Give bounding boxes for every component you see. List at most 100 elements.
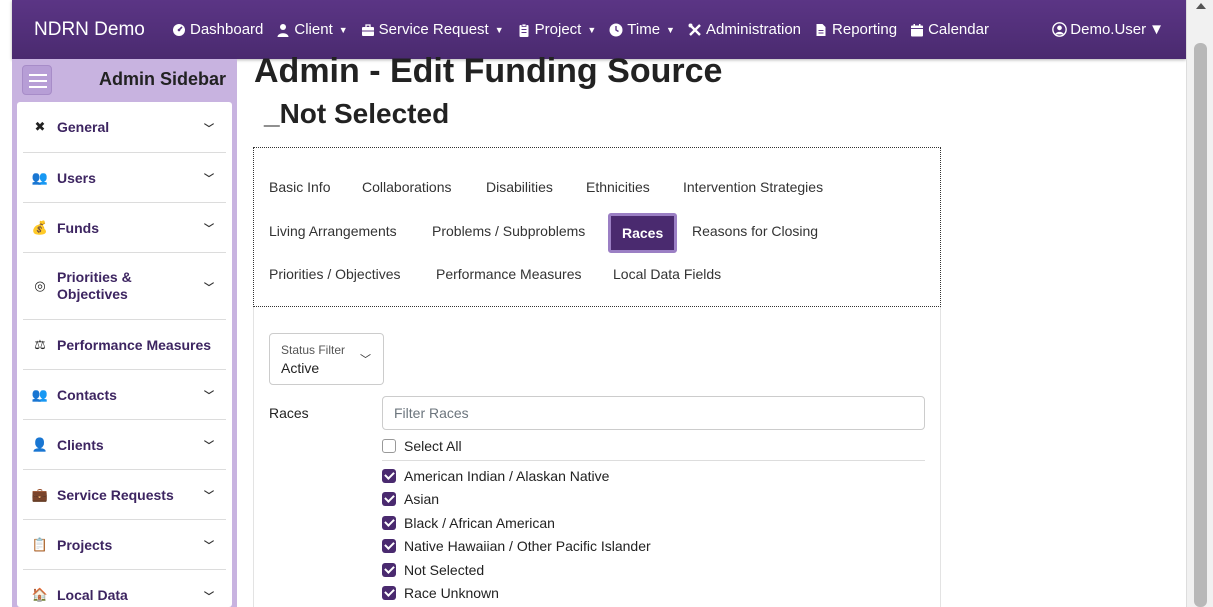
status-filter-select[interactable]: Status Filter Active ﹀ — [269, 333, 384, 385]
nav-calendar-label: Calendar — [928, 21, 989, 38]
sidebar-item-label: Clients — [57, 436, 104, 453]
sidebar-menu: ✖ General ﹀ 👥 Users ﹀ 💰 Funds ﹀ ◎ Priori… — [17, 102, 232, 607]
caret-down-icon: ▼ — [494, 24, 504, 35]
status-filter-label: Status Filter — [281, 343, 346, 357]
sidebar-item-local-data[interactable]: 🏠 Local Data ﹀ — [23, 570, 226, 607]
nav-client-label: Client — [294, 21, 333, 38]
nav-time-label: Time — [627, 21, 661, 38]
nav-service-request-label: Service Request — [378, 21, 489, 38]
status-filter-value: Active — [281, 360, 320, 376]
race-checkbox[interactable] — [382, 563, 396, 577]
race-option-label: Asian — [404, 491, 440, 507]
race-option-label: Native Hawaiian / Other Pacific Islander — [404, 538, 651, 554]
scroll-up-arrow-icon[interactable] — [1196, 3, 1206, 9]
vertical-scrollbar[interactable] — [1186, 0, 1213, 607]
clipboard-icon: 📋 — [31, 536, 49, 552]
tab-basic-info[interactable]: Basic Info — [269, 179, 330, 195]
nav-service-request[interactable]: Service Request ▼ — [361, 21, 504, 38]
sidebar-item-label: General — [57, 119, 110, 135]
user-menu[interactable]: Demo.User ▼ — [1052, 21, 1186, 38]
tab-priorities-objectives[interactable]: Priorities / Objectives — [269, 266, 400, 282]
race-option-row[interactable]: Not Selected — [382, 562, 484, 578]
tab-performance-measures[interactable]: Performance Measures — [436, 266, 582, 282]
users-icon: 👥 — [31, 386, 49, 402]
sidebar-item-priorities-objectives[interactable]: ◎ Priorities & Objectives ﹀ — [23, 253, 226, 320]
tools-icon: ✖ — [34, 119, 46, 134]
tab-ethnicities[interactable]: Ethnicities — [586, 179, 650, 195]
race-checkbox[interactable] — [382, 469, 396, 483]
caret-down-icon: ▼ — [666, 24, 675, 35]
tab-reasons-for-closing[interactable]: Reasons for Closing — [692, 223, 818, 239]
tab-living-arrangements[interactable]: Living Arrangements — [269, 223, 397, 239]
sidebar-item-label: Service Requests — [57, 486, 174, 503]
sidebar-item-contacts[interactable]: 👥 Contacts ﹀ — [23, 370, 226, 420]
briefcase-icon: 💼 — [31, 486, 49, 502]
page-subtitle: _Not Selected — [264, 98, 450, 129]
sidebar-item-label: Projects — [57, 536, 113, 553]
nav-administration[interactable]: Administration — [688, 21, 801, 38]
page-title: Admin - Edit Funding Source — [254, 52, 723, 90]
tab-races[interactable]: Races — [608, 213, 678, 253]
chevron-down-icon: ﹀ — [204, 591, 214, 603]
tab-intervention-strategies[interactable]: Intervention Strategies — [683, 179, 823, 195]
sidebar-item-clients[interactable]: 👤 Clients ﹀ — [23, 420, 226, 470]
tab-disabilities[interactable]: Disabilities — [486, 179, 553, 195]
sidebar-item-funds[interactable]: 💰 Funds ﹀ — [23, 203, 226, 253]
race-checkbox[interactable] — [382, 539, 396, 553]
select-all-checkbox-row[interactable]: Select All — [382, 438, 462, 454]
house-icon: 🏠 — [31, 587, 49, 602]
user-icon: 👤 — [31, 436, 49, 452]
top-navbar: NDRN Demo Dashboard Client ▼ Service Req… — [12, 0, 1186, 59]
sidebar-item-general[interactable]: ✖ General ﹀ — [23, 102, 226, 153]
divider — [382, 460, 925, 461]
tab-bar: Basic Info Collaborations Disabilities E… — [253, 147, 941, 307]
sidebar-item-users[interactable]: 👥 Users ﹀ — [23, 153, 226, 203]
select-all-label: Select All — [404, 438, 462, 454]
tab-problems-subproblems[interactable]: Problems / Subproblems — [432, 223, 585, 239]
race-option-row[interactable]: Asian — [382, 491, 439, 507]
caret-down-icon: ▼ — [1149, 21, 1164, 38]
race-checkbox[interactable] — [382, 586, 396, 600]
select-all-checkbox[interactable] — [382, 439, 396, 453]
hamburger-menu-icon[interactable] — [22, 65, 52, 95]
race-checkbox[interactable] — [382, 516, 396, 530]
user-name: Demo.User — [1070, 21, 1147, 38]
chevron-down-icon: ﹀ — [204, 541, 214, 552]
clipboard-icon — [519, 23, 529, 37]
dashboard-icon — [173, 23, 185, 36]
users-icon: 👥 — [31, 169, 49, 185]
chevron-down-icon: ﹀ — [204, 174, 214, 185]
nav-calendar[interactable]: Calendar — [910, 21, 989, 38]
race-option-row[interactable]: Native Hawaiian / Other Pacific Islander — [382, 538, 651, 554]
admin-sidebar: Admin Sidebar ✖ General ﹀ 👥 Users ﹀ 💰 Fu… — [12, 59, 237, 607]
sidebar-item-service-requests[interactable]: 💼 Service Requests ﹀ — [23, 470, 226, 520]
sidebar-item-label: Local Data — [57, 587, 128, 603]
race-checkbox[interactable] — [382, 492, 396, 506]
nav-dashboard[interactable]: Dashboard — [172, 21, 263, 38]
user-circle-icon — [1052, 22, 1068, 37]
race-option-row[interactable]: Black / African American — [382, 515, 555, 531]
sidebar-item-performance-measures[interactable]: ⚖ Performance Measures — [23, 320, 226, 370]
tab-local-data-fields[interactable]: Local Data Fields — [613, 266, 721, 282]
briefcase-icon — [361, 23, 374, 36]
race-option-row[interactable]: American Indian / Alaskan Native — [382, 468, 609, 484]
races-label: Races — [269, 405, 309, 421]
scrollbar-thumb[interactable] — [1194, 43, 1207, 607]
sidebar-item-label: Contacts — [57, 386, 117, 403]
chevron-down-icon: ﹀ — [204, 491, 214, 502]
tab-collaborations[interactable]: Collaborations — [362, 179, 452, 195]
nav-time[interactable]: Time ▼ — [609, 21, 675, 38]
nav-project[interactable]: Project ▼ — [517, 21, 596, 38]
brand-logo[interactable]: NDRN Demo — [12, 19, 162, 41]
sidebar-item-label: Funds — [57, 219, 99, 236]
calendar-icon — [911, 23, 924, 36]
chevron-down-icon: ﹀ — [204, 123, 214, 135]
sidebar-item-projects[interactable]: 📋 Projects ﹀ — [23, 520, 226, 570]
race-option-row[interactable]: Race Unknown — [382, 585, 499, 601]
race-option-label: Race Unknown — [404, 585, 499, 601]
filter-races-input[interactable] — [382, 396, 925, 430]
sidebar-item-label: Priorities & Objectives — [57, 269, 132, 302]
nav-client[interactable]: Client ▼ — [276, 21, 348, 38]
nav-reporting[interactable]: Reporting — [814, 21, 897, 38]
chevron-down-icon: ﹀ — [204, 441, 214, 452]
